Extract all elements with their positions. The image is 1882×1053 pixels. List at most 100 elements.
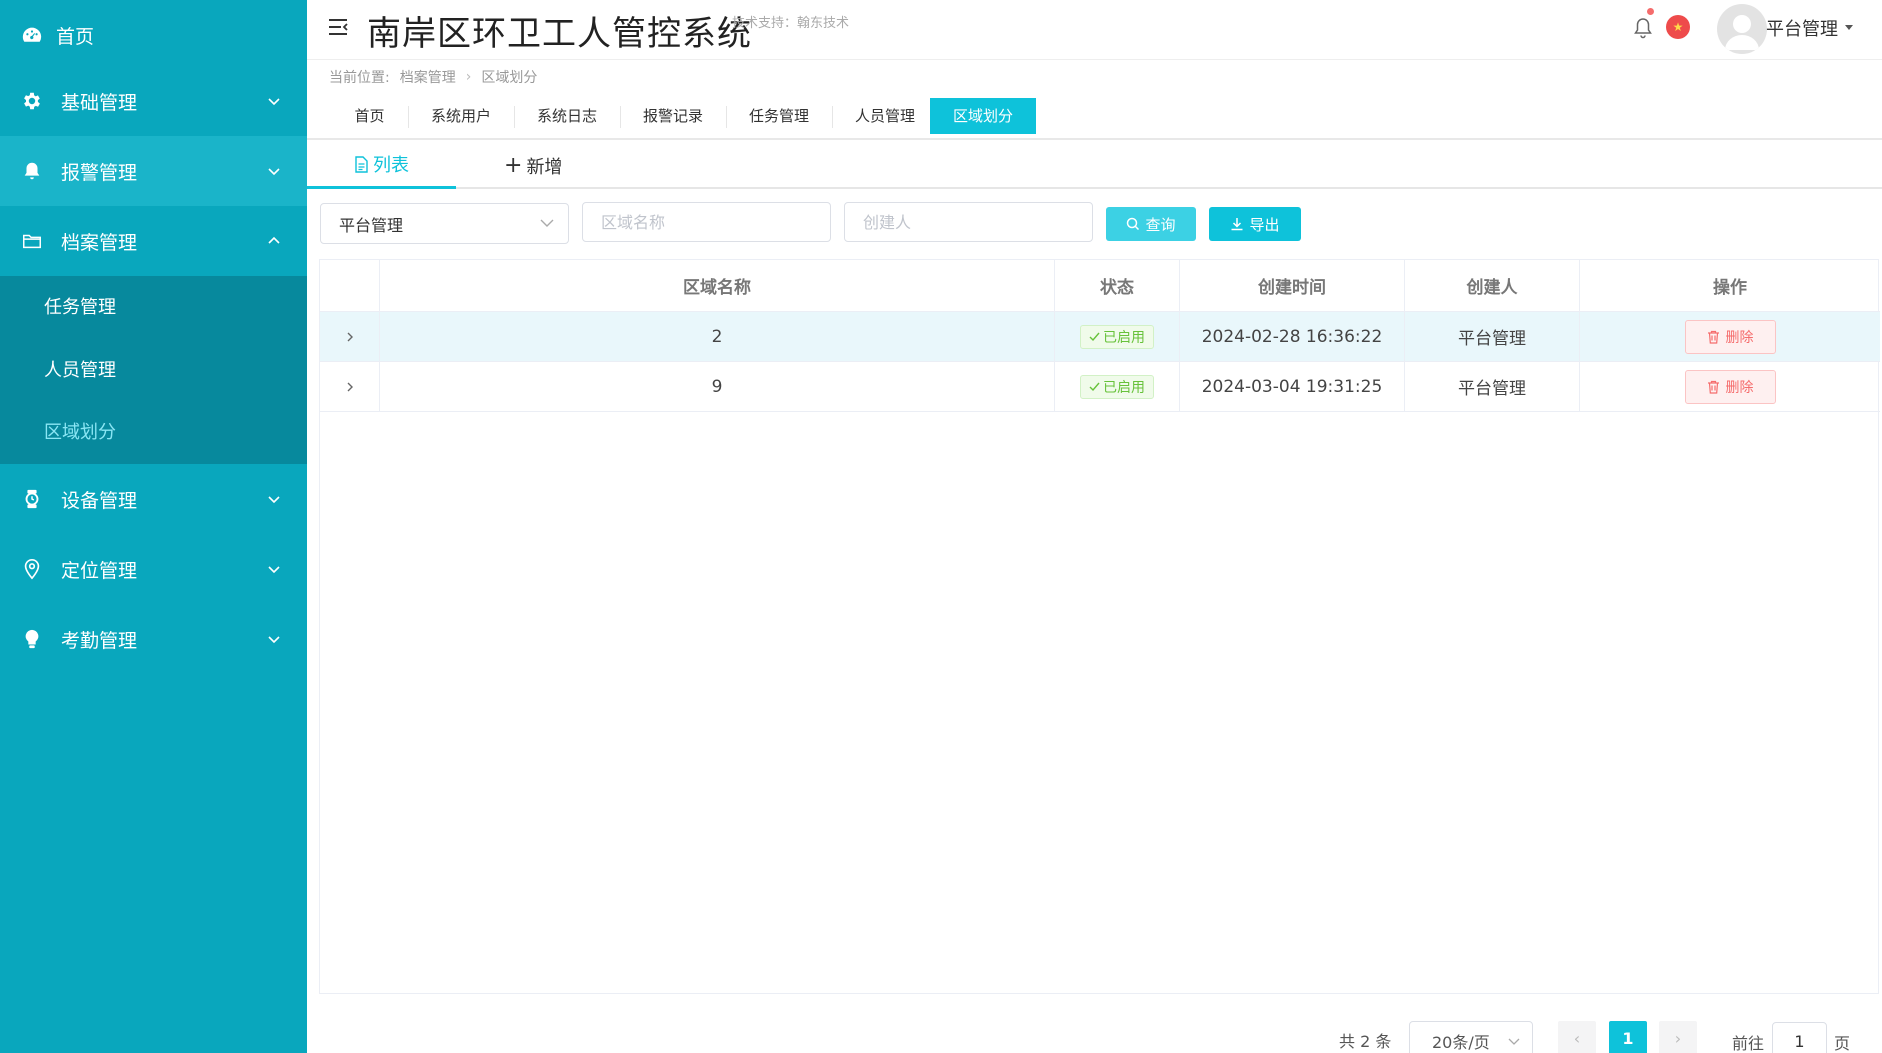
location-pin-icon bbox=[20, 557, 44, 581]
query-button[interactable]: 查询 bbox=[1106, 207, 1196, 241]
sidebar-subitem-label: 任务管理 bbox=[44, 297, 116, 318]
page-number-button[interactable]: 1 bbox=[1609, 1021, 1647, 1053]
status-badge: 已启用 bbox=[1080, 374, 1154, 399]
sidebar-item-label: 设备管理 bbox=[61, 489, 138, 512]
next-page-button[interactable]: › bbox=[1659, 1021, 1697, 1053]
sidebar-item-label: 基础管理 bbox=[61, 91, 138, 114]
expand-cell[interactable] bbox=[320, 312, 380, 361]
export-button-label: 导出 bbox=[1249, 215, 1280, 234]
breadcrumb: 当前位置: 档案管理 › 区域划分 bbox=[329, 67, 537, 87]
delete-button[interactable]: 删除 bbox=[1684, 319, 1776, 354]
sidebar-item-device[interactable]: 设备管理 bbox=[0, 464, 307, 534]
sidebar-item-location[interactable]: 定位管理 bbox=[0, 534, 307, 604]
caret-down-icon[interactable] bbox=[1844, 24, 1854, 32]
creator-input[interactable] bbox=[844, 202, 1093, 242]
menu-toggle-icon[interactable] bbox=[327, 16, 349, 38]
expand-cell[interactable] bbox=[320, 362, 380, 411]
table-header-cell: 状态 bbox=[1055, 260, 1180, 311]
sidebar-subitem-personnel[interactable]: 人员管理 bbox=[0, 339, 307, 399]
sidebar-item-attendance[interactable]: 考勤管理 bbox=[0, 604, 307, 674]
breadcrumb-current: 区域划分 bbox=[481, 70, 538, 86]
user-name[interactable]: 平台管理 bbox=[1766, 15, 1838, 41]
action-cell: 删除 bbox=[1580, 362, 1880, 411]
tab-home[interactable]: 首页 bbox=[332, 98, 407, 134]
avatar[interactable] bbox=[1717, 4, 1767, 54]
query-button-label: 查询 bbox=[1145, 215, 1176, 234]
pagination-total: 共 2 条 bbox=[1339, 1032, 1392, 1051]
sidebar-item-alarm[interactable]: 报警管理 bbox=[0, 136, 307, 206]
table-header-cell: 区域名称 bbox=[380, 260, 1055, 311]
sidebar-submenu-archive: 任务管理 人员管理 区域划分 bbox=[0, 276, 307, 464]
sidebar-subitem-label: 区域划分 bbox=[44, 422, 116, 443]
subtab-new[interactable]: + 新增 bbox=[504, 142, 562, 189]
check-icon bbox=[1089, 382, 1100, 392]
chevron-down-icon bbox=[268, 496, 280, 504]
table-header-row: 区域名称 状态 创建时间 创建人 操作 bbox=[320, 260, 1880, 312]
tab-area-division[interactable]: 区域划分 bbox=[930, 98, 1036, 134]
chevron-up-icon bbox=[268, 236, 280, 244]
table-row[interactable]: 2 已启用 2024-02-28 16:36:22 平台管理 删除 bbox=[320, 312, 1880, 362]
sidebar-item-label: 考勤管理 bbox=[61, 629, 138, 652]
sidebar: 首页 基础管理 报警管理 档案管理 任务管理 人员管理 区域划分 设备管理 定位… bbox=[0, 0, 307, 1053]
sidebar-item-basic[interactable]: 基础管理 bbox=[0, 66, 307, 136]
breadcrumb-prefix: 当前位置: bbox=[329, 70, 390, 86]
chevron-right-icon[interactable] bbox=[344, 331, 356, 343]
status-cell: 已启用 bbox=[1055, 362, 1180, 411]
notification-bell-icon[interactable] bbox=[1633, 17, 1653, 39]
page-suffix: 页 bbox=[1834, 1034, 1851, 1053]
breadcrumb-separator-icon: › bbox=[465, 69, 472, 85]
delete-button-label: 删除 bbox=[1725, 329, 1754, 346]
top-header: 南岸区环卫工人管控系统 技术支持：翰东技术 ★ 平台管理 bbox=[307, 0, 1882, 60]
bulb-icon bbox=[20, 627, 44, 651]
tab-system-users[interactable]: 系统用户 bbox=[409, 98, 513, 134]
status-badge: 已启用 bbox=[1080, 324, 1154, 349]
trash-icon bbox=[1707, 330, 1719, 344]
table-header-cell: 创建人 bbox=[1405, 260, 1580, 311]
sidebar-item-label: 档案管理 bbox=[61, 231, 138, 254]
sidebar-subitem-area[interactable]: 区域划分 bbox=[0, 401, 307, 461]
tab-personnel-management[interactable]: 人员管理 bbox=[833, 98, 937, 134]
bell-icon bbox=[20, 159, 44, 183]
subtab-new-label: 新增 bbox=[526, 156, 563, 178]
goto-page-input[interactable] bbox=[1772, 1022, 1827, 1053]
watch-icon bbox=[20, 487, 44, 511]
delete-button[interactable]: 删除 bbox=[1684, 369, 1776, 404]
table-header-cell: 创建时间 bbox=[1180, 260, 1405, 311]
status-badge-label: 已启用 bbox=[1103, 329, 1145, 346]
subtab-list[interactable]: 列表 bbox=[307, 142, 456, 189]
language-flag-icon[interactable]: ★ bbox=[1666, 15, 1690, 39]
sidebar-item-archive[interactable]: 档案管理 bbox=[0, 206, 307, 276]
chevron-down-icon bbox=[540, 219, 554, 227]
created-time-cell: 2024-03-04 19:31:25 bbox=[1180, 362, 1405, 411]
chevron-down-icon bbox=[268, 98, 280, 106]
subtab-list-label: 列表 bbox=[373, 155, 409, 176]
status-badge-label: 已启用 bbox=[1103, 379, 1145, 396]
creator-cell: 平台管理 bbox=[1405, 312, 1580, 361]
table-row[interactable]: 9 已启用 2024-03-04 19:31:25 平台管理 删除 bbox=[320, 362, 1880, 412]
tech-support-text: 技术支持：翰东技术 bbox=[732, 16, 850, 31]
export-button[interactable]: 导出 bbox=[1209, 207, 1301, 241]
delete-button-label: 删除 bbox=[1725, 379, 1754, 396]
tab-alarm-records[interactable]: 报警记录 bbox=[621, 98, 725, 134]
organization-select[interactable]: 平台管理 bbox=[320, 203, 569, 244]
created-time-cell: 2024-02-28 16:36:22 bbox=[1180, 312, 1405, 361]
breadcrumb-parent[interactable]: 档案管理 bbox=[400, 67, 456, 87]
tab-task-management[interactable]: 任务管理 bbox=[727, 98, 831, 134]
sidebar-item-home[interactable]: 首页 bbox=[0, 0, 307, 70]
chevron-down-icon bbox=[268, 636, 280, 644]
area-table: 区域名称 状态 创建时间 创建人 操作 2 已启用 2024-02-28 16:… bbox=[319, 259, 1880, 994]
action-cell: 删除 bbox=[1580, 312, 1880, 361]
document-icon bbox=[355, 155, 368, 173]
download-icon bbox=[1231, 218, 1243, 231]
creator-cell: 平台管理 bbox=[1405, 362, 1580, 411]
sidebar-subitem-label: 人员管理 bbox=[44, 360, 116, 381]
sidebar-item-label: 定位管理 bbox=[61, 559, 138, 582]
chevron-right-icon[interactable] bbox=[344, 381, 356, 393]
tab-system-log[interactable]: 系统日志 bbox=[515, 98, 619, 134]
sidebar-item-label: 首页 bbox=[56, 25, 95, 48]
prev-page-button[interactable]: ‹ bbox=[1558, 1021, 1596, 1053]
app-title: 南岸区环卫工人管控系统 bbox=[367, 14, 752, 54]
page-size-select[interactable]: 20条/页 bbox=[1409, 1021, 1533, 1053]
sidebar-subitem-task[interactable]: 任务管理 bbox=[0, 276, 307, 336]
area-name-input[interactable] bbox=[582, 202, 831, 242]
